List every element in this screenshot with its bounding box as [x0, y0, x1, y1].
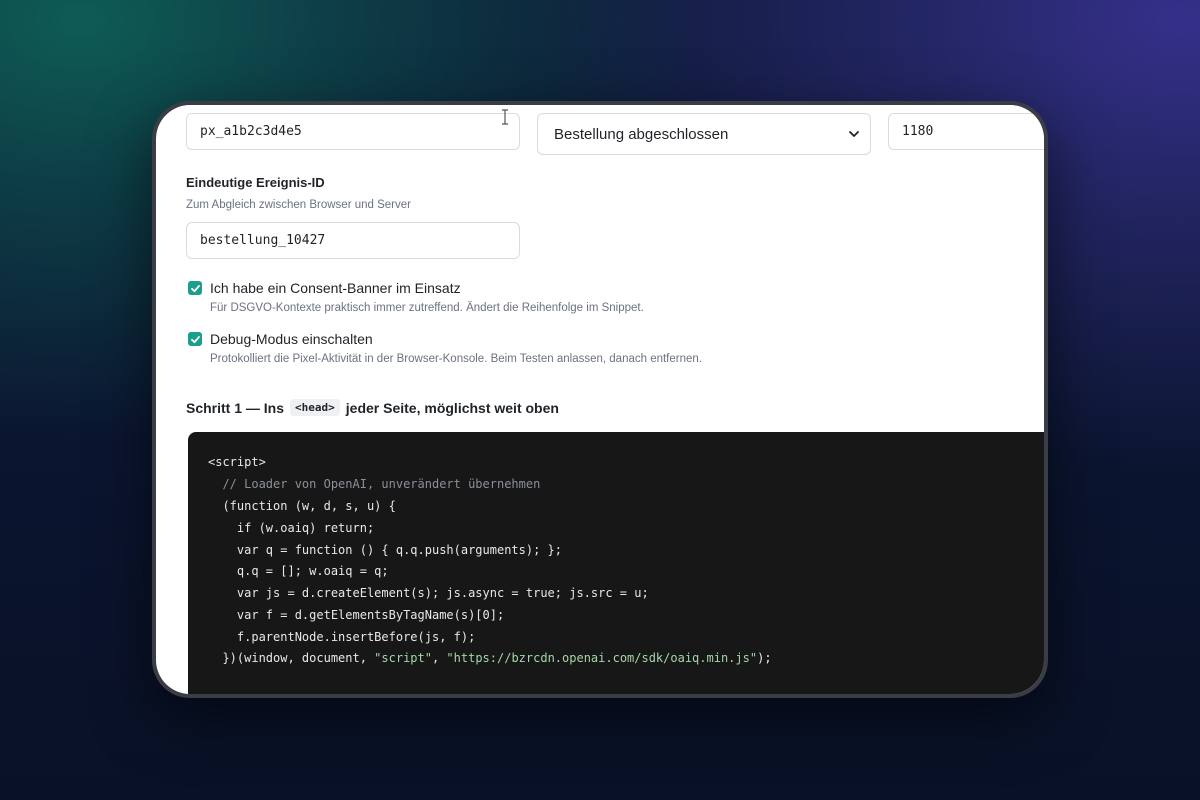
- event-id-input[interactable]: bestellung_10427: [186, 222, 520, 259]
- event-id-value: bestellung_10427: [200, 233, 326, 248]
- event-id-hint: Zum Abgleich zwischen Browser und Server: [186, 199, 411, 211]
- code-line: q.q = []; w.oaiq = q;: [208, 564, 389, 578]
- step-1-suffix: jeder Seite, möglichst weit oben: [345, 399, 559, 416]
- code-line: var q = function () { q.q.push(arguments…: [208, 543, 563, 557]
- code-text: })(window, document,: [208, 651, 375, 665]
- screen: px_a1b2c3d4e5 Bestellung abgeschlossen 1…: [156, 105, 1044, 694]
- pixel-id-input[interactable]: px_a1b2c3d4e5: [186, 113, 520, 150]
- value-field-value: 1180: [902, 124, 934, 139]
- code-line: var f = d.getElementsByTagName(s)[0];: [208, 608, 505, 622]
- step-1-code: <head>: [290, 399, 340, 416]
- consent-description: Für DSGVO-Kontexte praktisch immer zutre…: [210, 302, 644, 314]
- code-line: if (w.oaiq) return;: [208, 521, 375, 535]
- code-line: f.parentNode.insertBefore(js, f);: [208, 630, 476, 644]
- debug-description: Protokolliert die Pixel-Aktivität in der…: [210, 353, 702, 365]
- code-comment-line: // Loader von OpenAI, unverändert überne…: [208, 477, 541, 491]
- debug-label[interactable]: Debug-Modus einschalten: [210, 331, 373, 347]
- step-1-prefix: Schritt 1 — Ins: [186, 399, 285, 416]
- code-string: "script": [374, 651, 432, 665]
- value-input[interactable]: 1180: [888, 113, 1044, 150]
- code-line: })(window, document, "script", "https://…: [208, 651, 772, 665]
- event-type-select[interactable]: Bestellung abgeschlossen: [537, 113, 871, 155]
- consent-label[interactable]: Ich habe ein Consent-Banner im Einsatz: [210, 280, 461, 296]
- code-line: <script>: [208, 455, 266, 469]
- code-string: "https://bzrcdn.openai.com/sdk/oaiq.min.…: [446, 651, 758, 665]
- code-line: (function (w, d, s, u) {: [208, 499, 396, 513]
- check-icon: [190, 284, 200, 292]
- consent-checkbox[interactable]: [188, 281, 202, 295]
- chevron-down-icon: [849, 131, 859, 137]
- code-line: var js = d.createElement(s); js.async = …: [208, 586, 649, 600]
- code-text: ,: [431, 651, 447, 665]
- text-cursor-icon: [502, 109, 508, 125]
- pixel-id-value: px_a1b2c3d4e5: [200, 124, 302, 139]
- check-icon: [190, 335, 200, 343]
- code-snippet[interactable]: <script> // Loader von OpenAI, unverände…: [188, 432, 1044, 694]
- code-text: );: [757, 651, 772, 665]
- event-id-label: Eindeutige Ereignis-ID: [186, 175, 325, 190]
- device-frame: px_a1b2c3d4e5 Bestellung abgeschlossen 1…: [152, 101, 1048, 698]
- step-1-heading: Schritt 1 — Ins <head> jeder Seite, mögl…: [186, 399, 559, 416]
- event-type-selected: Bestellung abgeschlossen: [554, 125, 729, 143]
- debug-checkbox[interactable]: [188, 332, 202, 346]
